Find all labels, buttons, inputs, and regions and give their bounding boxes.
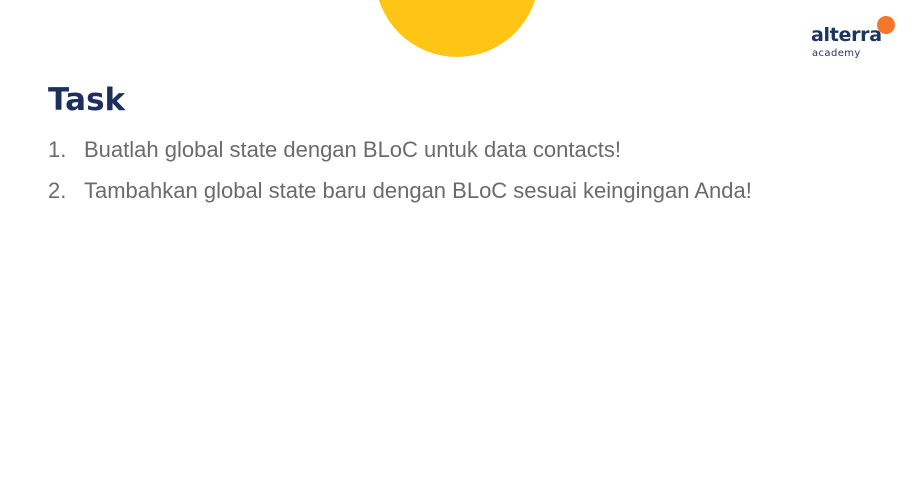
logo-subtitle: academy bbox=[812, 48, 861, 59]
decorative-yellow-circle bbox=[375, 0, 539, 57]
slide-title: Task bbox=[48, 82, 126, 118]
logo-wordmark: alterra bbox=[811, 24, 882, 46]
task-number: 1. bbox=[48, 137, 67, 162]
alterra-academy-logo: alterra academy bbox=[811, 16, 901, 64]
task-text: Tambahkan global state baru dengan BLoC … bbox=[84, 178, 752, 203]
task-text: Buatlah global state dengan BLoC untuk d… bbox=[84, 137, 621, 162]
task-number: 2. bbox=[48, 178, 67, 203]
